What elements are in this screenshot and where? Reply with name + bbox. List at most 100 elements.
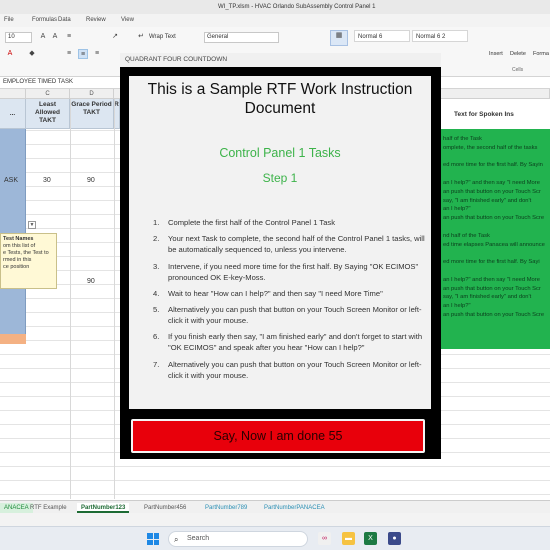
menu-bar: File Formulas Data Review View	[0, 14, 550, 27]
least-takt-cell[interactable]: 30	[43, 177, 51, 184]
app-icon[interactable]: ●	[388, 532, 401, 545]
step-text: Alternatively you can push that button o…	[168, 305, 422, 326]
sheet-tab-partnumber123[interactable]: PartNumber123	[77, 503, 130, 513]
taskbar-search[interactable]: ⌕ Search	[168, 531, 308, 547]
note-line: om this list of	[3, 243, 36, 249]
header-grace-period-takt[interactable]: Grace Period TAKT	[70, 99, 114, 129]
step-number: 5.	[153, 305, 160, 315]
spoken-instruction-line: an I help?" and then say "I need More	[443, 180, 540, 186]
increase-font-icon[interactable]: A	[38, 32, 48, 42]
style-normal-6[interactable]: Normal 6	[354, 30, 410, 42]
task-name-column[interactable]	[0, 129, 26, 334]
column-header-b[interactable]	[0, 89, 26, 99]
number-format-select[interactable]: General	[204, 32, 279, 43]
formula-bar-text: EMPLOYEE TIMED TASK	[3, 79, 74, 85]
step-text: Alternatively you can push that button o…	[168, 359, 422, 380]
sheet-tab-partnumberpanacea[interactable]: PartNumberPANACEA	[260, 503, 329, 513]
step-number: 3.	[153, 261, 160, 271]
wrap-text-label[interactable]: Wrap Text	[149, 34, 176, 40]
step-item: 6. If you finish early then say, "I am fi…	[153, 331, 425, 353]
grid-line	[70, 99, 71, 499]
note-line: ce position	[3, 264, 30, 270]
menu-formulas[interactable]: Formulas	[32, 17, 57, 23]
excel-icon[interactable]: X	[364, 532, 377, 545]
delete-button[interactable]: Delete	[510, 51, 526, 57]
spoken-instruction-line: ed time elapses Panacea will announce	[443, 241, 545, 248]
step-item: 1. Complete the first half of the Control…	[153, 217, 425, 228]
work-instruction-document: This is a Sample RTF Work Instruction Do…	[129, 76, 431, 409]
grace-takt-cell[interactable]: 90	[87, 177, 95, 184]
status-bar	[0, 513, 550, 526]
menu-file[interactable]: File	[4, 17, 14, 23]
step-item: 5. Alternatively you can push that button…	[153, 304, 425, 326]
align-left-icon[interactable]: ≡	[64, 49, 74, 59]
sheet-tab-rtf-example[interactable]: RTF Example	[26, 503, 71, 513]
orange-cell[interactable]	[0, 334, 26, 344]
step-title: Step 1	[262, 171, 298, 185]
grid-line	[114, 99, 115, 499]
window-title: WI_TP.xlsm - HVAC Orlando SubAssembly Co…	[218, 4, 376, 10]
step-item: 3. Intervene, if you need more time for t…	[153, 261, 425, 283]
header-least-allowed-takt[interactable]: Least Allowed TAKT	[26, 99, 70, 129]
windows-taskbar: ⌕ Search ∞ ▬ X ●	[0, 526, 550, 550]
step-number: 7.	[153, 359, 160, 369]
decrease-font-icon[interactable]: A	[50, 32, 60, 42]
spoken-instruction-line: nd half of the Task	[443, 232, 490, 239]
font-color-icon[interactable]: A	[5, 49, 15, 59]
step-text: If you finish early then say, "I am fini…	[168, 332, 423, 353]
document-title: This is a Sample RTF Work Instruction Do…	[147, 81, 413, 117]
note-line: rmed in this	[3, 257, 32, 263]
step-text: Wait to hear "How can I help?" and then …	[168, 288, 383, 298]
header-cell-b[interactable]: ...	[0, 99, 26, 129]
wrap-text-icon[interactable]: ↵	[136, 32, 146, 42]
style-normal-6-2[interactable]: Normal 6 2	[412, 30, 468, 42]
done-button[interactable]: Say, Now I am done 55	[131, 419, 425, 453]
align-right-icon[interactable]: ≡	[92, 49, 102, 59]
task-cell[interactable]: ASK	[4, 177, 18, 184]
cell-comment-note: Test Names om this list of e Tests, the …	[0, 233, 57, 289]
column-header-d[interactable]: D	[70, 89, 114, 99]
spoken-instruction-line: say, "I am finished early" and don't	[443, 197, 532, 204]
sheet-tabs-bar: ANACEA RTF Example PartNumber123 PartNum…	[0, 500, 550, 513]
grace-takt-cell-2[interactable]: 90	[87, 278, 95, 285]
format-button[interactable]: Forma	[533, 51, 549, 57]
spoken-instruction-line: omplete, the second half of the tasks	[443, 144, 538, 151]
spoken-instruction-line: an push that button on your Touch Scre	[443, 312, 545, 318]
step-text: Complete the first half of the Control P…	[168, 218, 336, 227]
note-title: Test Names	[3, 236, 34, 242]
step-number: 6.	[153, 332, 160, 342]
menu-data[interactable]: Data	[58, 17, 71, 23]
note-line: e Tests, the Test to	[3, 250, 49, 256]
format-as-table-icon[interactable]: ▦	[330, 30, 348, 46]
spoken-instruction-line: an push that button on your Touch Scre	[443, 215, 545, 222]
title-bar: WI_TP.xlsm - HVAC Orlando SubAssembly Co…	[0, 0, 550, 14]
step-number: 4.	[153, 288, 160, 298]
step-text: Intervene, if you need more time for the…	[168, 261, 419, 282]
spoken-instruction-line: an I help?"	[443, 206, 471, 213]
app-copilot-icon[interactable]: ∞	[318, 532, 331, 545]
instruction-steps: 1. Complete the first half of the Control…	[153, 217, 425, 386]
control-panel-title: Control Panel 1 Tasks	[219, 146, 341, 160]
step-text: Your next Task to complete, the second h…	[168, 234, 425, 255]
sheet-tab-partnumber789[interactable]: PartNumber789	[201, 503, 251, 513]
menu-review[interactable]: Review	[86, 17, 106, 23]
align-center-icon[interactable]: ≡	[78, 49, 88, 59]
menu-view[interactable]: View	[121, 17, 134, 23]
quadrant-four-countdown-dialog: QUADRANT FOUR COUNTDOWN This is a Sample…	[120, 53, 441, 459]
windows-start-icon[interactable]	[147, 533, 159, 545]
cell-dropdown-arrow-icon[interactable]: ▼	[28, 221, 36, 229]
spoken-instruction-line: an push that button on your Touch Scr	[443, 285, 541, 292]
file-explorer-icon[interactable]: ▬	[342, 532, 355, 545]
font-size-select[interactable]: 10	[5, 32, 32, 43]
spoken-instruction-line: say, "I am finished early" and don't	[443, 294, 532, 301]
align-top-icon[interactable]: ≡	[64, 32, 74, 42]
orientation-icon[interactable]: ↗	[110, 32, 120, 42]
insert-button[interactable]: Insert	[489, 51, 503, 57]
cells-group-label: Cells	[512, 67, 524, 73]
sheet-tab-partnumber456[interactable]: PartNumber456	[140, 503, 190, 513]
column-header-c[interactable]: C	[26, 89, 70, 99]
spoken-instruction-line: an push that button on your Touch Scr	[443, 188, 541, 195]
fill-color-icon[interactable]: ◆	[27, 49, 37, 59]
header-text-for-spoken-instructions[interactable]: Text for Spoken Ins	[454, 111, 514, 118]
spoken-instruction-line: an I help?" and then say "I need More	[443, 276, 540, 283]
